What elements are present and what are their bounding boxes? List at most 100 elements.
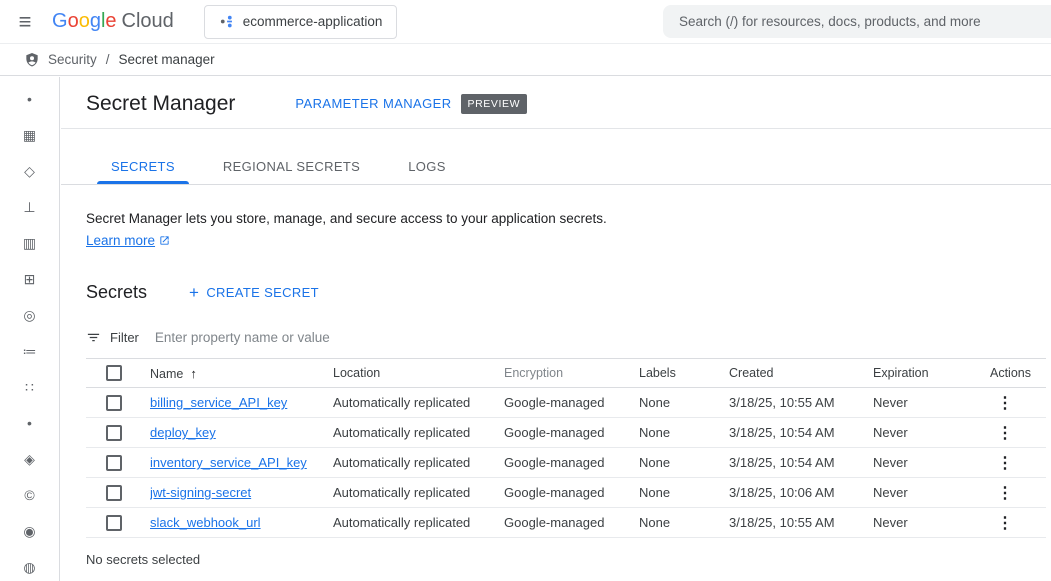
table-row: billing_service_API_key Automatically re… — [86, 388, 1046, 418]
project-icon — [219, 14, 234, 29]
google-cloud-logo[interactable]: Google Cloud — [52, 10, 174, 33]
cell-created: 3/18/25, 10:54 AM — [729, 448, 873, 478]
create-secret-button[interactable]: + CREATE SECRET — [189, 284, 319, 301]
cell-created: 3/18/25, 10:54 AM — [729, 418, 873, 448]
columns-icon[interactable]: ▥ — [19, 232, 41, 254]
column-header-name[interactable]: Name — [150, 367, 183, 381]
location-icon[interactable]: ◉ — [19, 520, 41, 542]
sidebar-nav: • ▦ ◇ ⊥ ▥ ⊞ ◎ ≔ ∷ • ◈ © ◉ ◍ — [0, 77, 60, 581]
shield-check-icon[interactable]: ◈ — [19, 448, 41, 470]
column-header-location: Location — [333, 359, 504, 388]
cell-location: Automatically replicated — [333, 478, 504, 508]
breadcrumb: Security / Secret manager — [0, 44, 1051, 76]
table-row: jwt-signing-secret Automatically replica… — [86, 478, 1046, 508]
shield-icon[interactable]: ◇ — [19, 160, 41, 182]
tabs: SECRETS REGIONAL SECRETS LOGS — [61, 149, 1051, 185]
tab-secrets-label: SECRETS — [111, 159, 175, 174]
filter-input[interactable] — [155, 330, 1046, 345]
table-row: deploy_key Automatically replicated Goog… — [86, 418, 1046, 448]
secrets-section-heading: Secrets — [86, 282, 147, 303]
breadcrumb-current-page: Secret manager — [119, 52, 215, 67]
create-secret-label: CREATE SECRET — [206, 285, 319, 300]
project-selector[interactable]: ecommerce-application — [204, 5, 398, 39]
cell-expiration: Never — [873, 418, 985, 448]
column-header-encryption: Encryption — [504, 359, 639, 388]
cell-labels: None — [639, 388, 729, 418]
pin-icon[interactable]: ⊥ — [19, 196, 41, 218]
parameter-manager-link[interactable]: PARAMETER MANAGER — [295, 96, 451, 111]
column-header-created: Created — [729, 359, 873, 388]
row-checkbox[interactable] — [106, 395, 122, 411]
filter-button[interactable]: Filter — [86, 330, 139, 345]
sort-ascending-icon[interactable]: ↑ — [190, 366, 197, 381]
chart-icon[interactable]: ▦ — [19, 124, 41, 146]
list-icon[interactable]: ≔ — [19, 340, 41, 362]
cell-location: Automatically replicated — [333, 448, 504, 478]
select-all-checkbox[interactable] — [106, 365, 122, 381]
row-checkbox[interactable] — [106, 485, 122, 501]
dot-icon[interactable]: • — [19, 88, 41, 110]
cloud-logo-word: Cloud — [122, 10, 174, 33]
tab-regional-secrets[interactable]: REGIONAL SECRETS — [199, 149, 384, 184]
section-divider — [61, 128, 1051, 129]
row-checkbox[interactable] — [106, 425, 122, 441]
cell-expiration: Never — [873, 388, 985, 418]
secret-name-link[interactable]: deploy_key — [150, 425, 216, 440]
breadcrumb-separator: / — [106, 52, 110, 67]
search-insights-icon[interactable]: ◎ — [19, 304, 41, 326]
cell-created: 3/18/25, 10:55 AM — [729, 508, 873, 538]
row-checkbox[interactable] — [106, 515, 122, 531]
cell-labels: None — [639, 478, 729, 508]
row-actions-menu-icon[interactable]: ⋮ — [985, 483, 1023, 503]
header-search — [663, 5, 1051, 38]
cell-created: 3/18/25, 10:06 AM — [729, 478, 873, 508]
hamburger-menu-icon[interactable]: ≡ — [6, 3, 44, 41]
row-actions-menu-icon[interactable]: ⋮ — [985, 393, 1023, 413]
preview-badge: PREVIEW — [461, 94, 528, 114]
row-checkbox[interactable] — [106, 455, 122, 471]
network-icon[interactable]: ⊞ — [19, 268, 41, 290]
secret-name-link[interactable]: slack_webhook_url — [150, 515, 261, 530]
learn-more-link[interactable]: Learn more — [86, 233, 155, 248]
globe-shield-icon[interactable]: ◍ — [19, 556, 41, 578]
secret-name-link[interactable]: inventory_service_API_key — [150, 455, 307, 470]
table-header-row: Name↑ Location Encryption Labels Created… — [86, 359, 1046, 388]
security-shield-icon — [24, 52, 40, 68]
cell-location: Automatically replicated — [333, 388, 504, 418]
google-logo-word: Google — [52, 10, 117, 33]
compliance-icon[interactable]: © — [19, 484, 41, 506]
column-header-expiration: Expiration — [873, 359, 985, 388]
apps-grid-icon[interactable]: ∷ — [19, 376, 41, 398]
column-header-actions: Actions — [985, 359, 1046, 388]
filter-bar: Filter — [86, 322, 1046, 352]
tab-secrets[interactable]: SECRETS — [87, 149, 199, 184]
tab-logs[interactable]: LOGS — [384, 149, 470, 184]
filter-label: Filter — [110, 330, 139, 345]
row-actions-menu-icon[interactable]: ⋮ — [985, 453, 1023, 473]
cell-expiration: Never — [873, 448, 985, 478]
filter-list-icon — [86, 330, 101, 345]
dot-icon[interactable]: • — [19, 412, 41, 434]
breadcrumb-security-link[interactable]: Security — [48, 52, 97, 67]
row-actions-menu-icon[interactable]: ⋮ — [985, 513, 1023, 533]
cell-location: Automatically replicated — [333, 508, 504, 538]
cell-encryption: Google-managed — [504, 448, 639, 478]
main-content: Secret Manager PARAMETER MANAGER PREVIEW… — [61, 77, 1051, 581]
cell-created: 3/18/25, 10:55 AM — [729, 388, 873, 418]
cell-labels: None — [639, 448, 729, 478]
cell-encryption: Google-managed — [504, 478, 639, 508]
cell-expiration: Never — [873, 478, 985, 508]
page-description: Secret Manager lets you store, manage, a… — [86, 211, 1051, 226]
table-row: slack_webhook_url Automatically replicat… — [86, 508, 1046, 538]
search-input[interactable] — [679, 14, 1035, 29]
tab-regional-secrets-label: REGIONAL SECRETS — [223, 159, 360, 174]
row-actions-menu-icon[interactable]: ⋮ — [985, 423, 1023, 443]
project-name: ecommerce-application — [243, 14, 383, 29]
secrets-table: Name↑ Location Encryption Labels Created… — [86, 358, 1046, 538]
plus-icon: + — [189, 284, 199, 301]
secret-name-link[interactable]: billing_service_API_key — [150, 395, 287, 410]
cell-encryption: Google-managed — [504, 388, 639, 418]
cell-labels: None — [639, 418, 729, 448]
cell-labels: None — [639, 508, 729, 538]
secret-name-link[interactable]: jwt-signing-secret — [150, 485, 251, 500]
